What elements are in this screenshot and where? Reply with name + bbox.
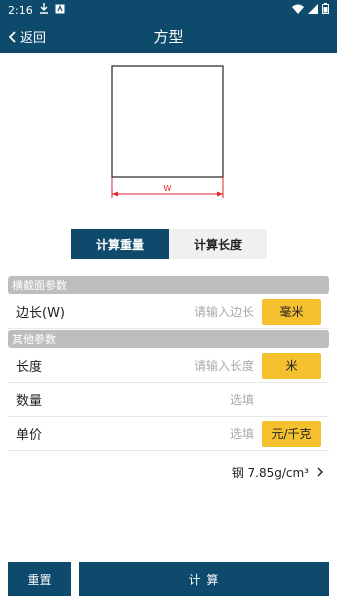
dimension-arrow-right: [217, 191, 223, 197]
material-selector[interactable]: 钢 7.85g/cm³: [232, 464, 323, 481]
row-length: 长度 米: [8, 349, 329, 383]
row-quantity: 数量: [8, 383, 329, 417]
square-outline: [111, 65, 224, 178]
length-unit-button[interactable]: 米: [262, 352, 321, 379]
section-other-params: 其他参数: [8, 330, 329, 348]
chevron-left-icon: [8, 30, 16, 43]
material-text: 钢 7.85g/cm³: [231, 466, 309, 480]
page-title: 方型: [153, 28, 184, 46]
signal-icon: [308, 3, 318, 17]
status-bar: 2:16: [0, 0, 337, 20]
length-label: 长度: [16, 360, 43, 375]
row-unit-price: 单价 元/千克: [8, 417, 329, 451]
dimension-label: W: [164, 184, 172, 193]
side-length-input[interactable]: [98, 304, 262, 319]
chevron-right-icon: [317, 466, 323, 480]
tab-calc-length[interactable]: 计算长度: [169, 229, 267, 259]
square-profile-diagram: W: [111, 65, 224, 198]
app-notification-icon: [55, 4, 65, 17]
reset-button[interactable]: 重置: [8, 562, 71, 596]
quantity-input[interactable]: [98, 392, 262, 407]
tab-calc-weight[interactable]: 计算重量: [71, 229, 169, 259]
side-length-label: 边长(W): [16, 306, 65, 321]
side-unit-button[interactable]: 毫米: [262, 298, 321, 325]
mode-tabs: 计算重量 计算长度: [71, 229, 267, 259]
quantity-label: 数量: [16, 394, 43, 409]
app-bar: 返回 方型: [0, 20, 337, 53]
status-time: 2:16: [8, 3, 33, 17]
bottom-bar: 重置 计 算: [0, 560, 337, 600]
calculate-button[interactable]: 计 算: [79, 562, 329, 596]
row-side-length: 边长(W) 毫米: [8, 295, 329, 329]
section-cross-section: 横截面参数: [8, 276, 329, 294]
back-label: 返回: [20, 31, 47, 46]
unit-price-input[interactable]: [98, 426, 262, 441]
price-unit-button[interactable]: 元/千克: [262, 420, 321, 447]
unit-price-label: 单价: [16, 428, 43, 443]
back-button[interactable]: 返回: [0, 20, 46, 53]
length-input[interactable]: [98, 358, 262, 373]
wifi-icon: [292, 4, 304, 17]
battery-icon: [322, 3, 329, 17]
download-icon: [39, 3, 49, 17]
dimension-arrow-left: [112, 191, 118, 197]
